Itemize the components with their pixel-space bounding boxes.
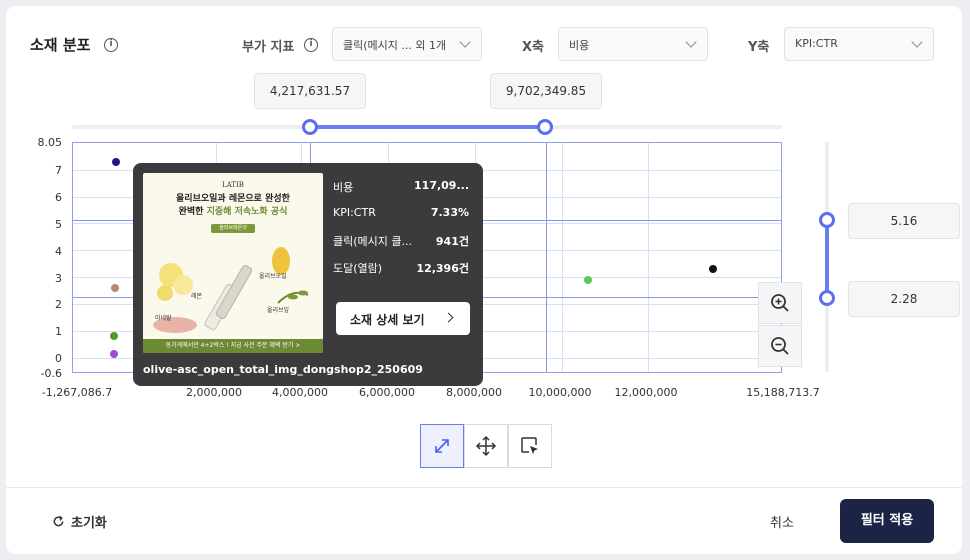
product-illustration bbox=[153, 247, 309, 333]
refresh-icon bbox=[53, 515, 64, 527]
chevron-down-icon bbox=[911, 36, 923, 48]
thumb-brand: LATIB bbox=[222, 181, 244, 189]
thumb-line2a: 완벽한 bbox=[178, 207, 207, 217]
zoom-out-icon bbox=[771, 337, 789, 355]
footer-divider bbox=[6, 487, 962, 488]
tooltip-key: KPI:CTR bbox=[333, 206, 376, 219]
tooltip-value: 7.33% bbox=[430, 206, 469, 219]
fit-view-button[interactable] bbox=[420, 424, 464, 468]
apply-filter-button[interactable]: 필터 적용 bbox=[840, 499, 934, 543]
reset-button[interactable]: 초기화 bbox=[52, 512, 107, 531]
x-tick-label: 15,188,713.7 bbox=[746, 386, 820, 399]
x-tick-label: 2,000,000 bbox=[186, 386, 242, 399]
y-min-handle[interactable] bbox=[819, 290, 835, 306]
tooltip-value: 12,396건 bbox=[416, 262, 469, 275]
creative-thumbnail: LATIB 올리브오일과 레몬으로 완성한 완벽한 지중해 저속노화 공식 올리… bbox=[143, 173, 323, 353]
x-tick-label: 10,000,000 bbox=[528, 386, 592, 399]
thumb-line2b: 지중해 저속노화 공식 bbox=[206, 207, 288, 217]
creative-detail-button[interactable]: 소재 상세 보기 bbox=[336, 302, 470, 335]
aux-metric-value: 클릭(메시지 ... 외 1개 bbox=[343, 39, 447, 52]
select-area-button[interactable] bbox=[508, 424, 552, 468]
zoom-out-button[interactable] bbox=[758, 325, 802, 367]
select-cursor-icon bbox=[521, 437, 538, 454]
y-tick-label: 5 bbox=[55, 218, 62, 231]
chevron-down-icon bbox=[685, 36, 697, 48]
y-tick-label: -0.6 bbox=[40, 367, 62, 380]
thumb-cap-olive: 올리브잎 bbox=[267, 307, 290, 314]
x-axis-select[interactable]: 비용 bbox=[558, 27, 708, 61]
y-max-handle[interactable] bbox=[819, 212, 835, 228]
x-axis-value: 비용 bbox=[569, 39, 590, 52]
y-min-input[interactable]: 2.28 bbox=[848, 281, 960, 317]
y-tick-label: 4 bbox=[55, 245, 62, 258]
y-tick-label: 7 bbox=[55, 164, 62, 177]
page-title: 소재 분포 bbox=[30, 36, 91, 54]
x-min-input[interactable]: 4,217,631.57 bbox=[254, 73, 366, 109]
y-tick-label: 8.05 bbox=[37, 136, 63, 149]
y-axis-value: KPI:CTR bbox=[795, 37, 838, 50]
plot-toolbar bbox=[420, 424, 552, 468]
pan-button[interactable] bbox=[464, 424, 508, 468]
thumb-line1: 올리브오일과 레몬으로 완성한 bbox=[176, 194, 290, 204]
y-range-slider-fill bbox=[825, 220, 829, 298]
thumb-footer: 동가게에서만 4+2박스 ! 지금 사전 주문 혜택 받기 > bbox=[143, 339, 323, 353]
scatter-point[interactable] bbox=[111, 158, 120, 167]
move-icon bbox=[475, 435, 497, 457]
cancel-button[interactable]: 취소 bbox=[770, 512, 794, 531]
thumb-headline: 올리브오일과 레몬으로 완성한 완벽한 지중해 저속노화 공식 bbox=[143, 193, 323, 219]
tooltip-key: 도달(열람) bbox=[333, 262, 383, 275]
x-tick-label: -1,267,086.7 bbox=[41, 386, 113, 399]
reset-label: 초기화 bbox=[71, 516, 107, 531]
x-range-slider-fill bbox=[310, 125, 545, 129]
y-tick-label: 2 bbox=[55, 298, 62, 311]
thumb-cap-salt: 미네랄 bbox=[155, 315, 172, 322]
creative-detail-label: 소재 상세 보기 bbox=[350, 313, 425, 327]
creative-name: olive-asc_open_total_img_dongshop2_25060… bbox=[143, 363, 423, 376]
aux-info-icon[interactable]: i bbox=[304, 38, 318, 52]
scatter-point[interactable] bbox=[109, 331, 118, 340]
y-tick-label: 1 bbox=[55, 325, 62, 338]
aux-metric-label: 부가 지표 bbox=[242, 40, 295, 55]
tooltip-key: 클릭(메시지 클... bbox=[333, 235, 412, 248]
zoom-in-icon bbox=[771, 294, 789, 312]
tooltip-value: 117,09... bbox=[414, 179, 469, 192]
y-tick-label: 6 bbox=[55, 191, 62, 204]
x-min-handle[interactable] bbox=[302, 119, 318, 135]
point-tooltip: LATIB 올리브오일과 레몬으로 완성한 완벽한 지중해 저속노화 공식 올리… bbox=[133, 163, 483, 386]
thumb-pill: 올리브레몬샷 bbox=[211, 224, 255, 233]
y-axis-select[interactable]: KPI:CTR bbox=[784, 27, 934, 61]
y-axis-label: Y축 bbox=[748, 40, 770, 55]
chevron-down-icon bbox=[459, 36, 471, 48]
tooltip-key: 비용 bbox=[333, 181, 354, 194]
x-axis-label: X축 bbox=[522, 40, 544, 55]
thumb-cap-oil: 올리브오일 bbox=[259, 273, 287, 280]
x-tick-label: 12,000,000 bbox=[614, 386, 678, 399]
expand-icon bbox=[435, 439, 449, 453]
x-tick-label: 4,000,000 bbox=[272, 386, 328, 399]
x-tick-label: 6,000,000 bbox=[359, 386, 415, 399]
thumb-cap-lemon: 레몬 bbox=[191, 293, 203, 300]
scatter-point[interactable] bbox=[110, 283, 119, 292]
scatter-point[interactable] bbox=[584, 275, 593, 284]
zoom-in-button[interactable] bbox=[758, 282, 802, 324]
y-tick-label: 0 bbox=[55, 352, 62, 365]
y-max-input[interactable]: 5.16 bbox=[848, 203, 960, 239]
x-max-input[interactable]: 9,702,349.85 bbox=[490, 73, 602, 109]
aux-metric-select[interactable]: 클릭(메시지 ... 외 1개 bbox=[332, 27, 482, 61]
chevron-right-icon bbox=[443, 312, 454, 323]
grid-line bbox=[648, 143, 649, 372]
x-tick-label: 8,000,000 bbox=[446, 386, 502, 399]
info-icon[interactable]: i bbox=[104, 38, 118, 52]
tooltip-value: 941건 bbox=[435, 235, 469, 248]
x-max-handle[interactable] bbox=[537, 119, 553, 135]
x-max-selection-line bbox=[546, 143, 547, 372]
y-tick-label: 3 bbox=[55, 272, 62, 285]
grid-line bbox=[562, 143, 563, 372]
